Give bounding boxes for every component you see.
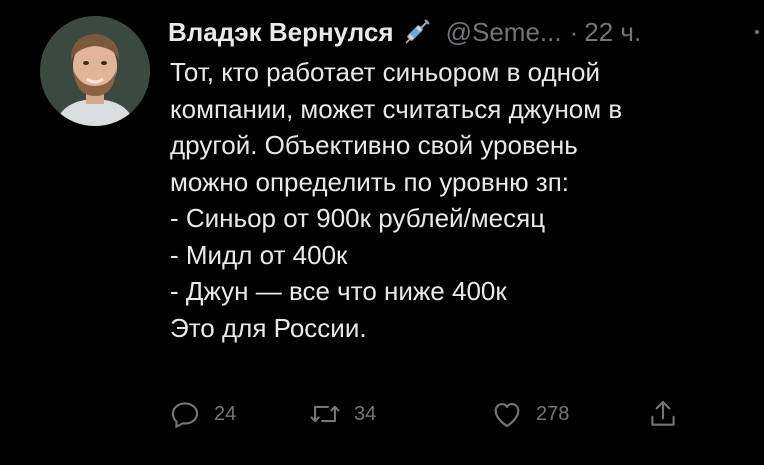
reply-button[interactable]: 24 <box>168 394 236 434</box>
more-options-icon[interactable] <box>755 30 759 34</box>
heart-icon <box>490 397 524 431</box>
avatar[interactable] <box>40 16 150 126</box>
tweet[interactable]: Владэк Вернулся @Seme... · 22 ч. Тот, кт… <box>0 0 764 465</box>
retweet-count: 34 <box>354 402 377 425</box>
header-separator: · <box>569 16 579 47</box>
tweet-timestamp[interactable]: 22 ч. <box>584 17 641 48</box>
retweet-button[interactable]: 34 <box>308 394 376 434</box>
share-button[interactable] <box>646 394 680 434</box>
tweet-text-line: другой. Объективно свой уровень <box>170 130 578 160</box>
reply-count: 24 <box>214 402 237 425</box>
share-icon <box>646 397 680 431</box>
reply-icon <box>168 397 202 431</box>
tweet-header: Владэк Вернулся @Seme... · 22 ч. <box>168 14 641 50</box>
retweet-icon <box>308 397 342 431</box>
tweet-text-line: компании, может считаться джуном в <box>170 93 623 124</box>
tweet-text-line: - Синьор от 900к рублей/месяц <box>170 203 546 233</box>
tweet-text-line: Тот, кто работает синьором в одной <box>170 57 601 87</box>
tweet-text-line: Это для России. <box>170 312 367 343</box>
author-handle[interactable]: @Seme... <box>446 17 562 48</box>
tweet-text-line: - Мидл от 400к <box>170 239 348 270</box>
tweet-text-line: - Джун — все что ниже 400к <box>170 276 507 306</box>
author-name[interactable]: Владэк Вернулся <box>168 17 394 48</box>
syringe-icon <box>402 17 432 47</box>
like-button[interactable]: 278 <box>490 394 569 434</box>
tweet-text-line: можно определить по уровню зп: <box>170 166 570 197</box>
tweet-actions: 24 34 278 <box>168 394 728 434</box>
tweet-text: Тот, кто работает синьором в одной компа… <box>170 54 760 346</box>
like-count: 278 <box>536 402 570 425</box>
